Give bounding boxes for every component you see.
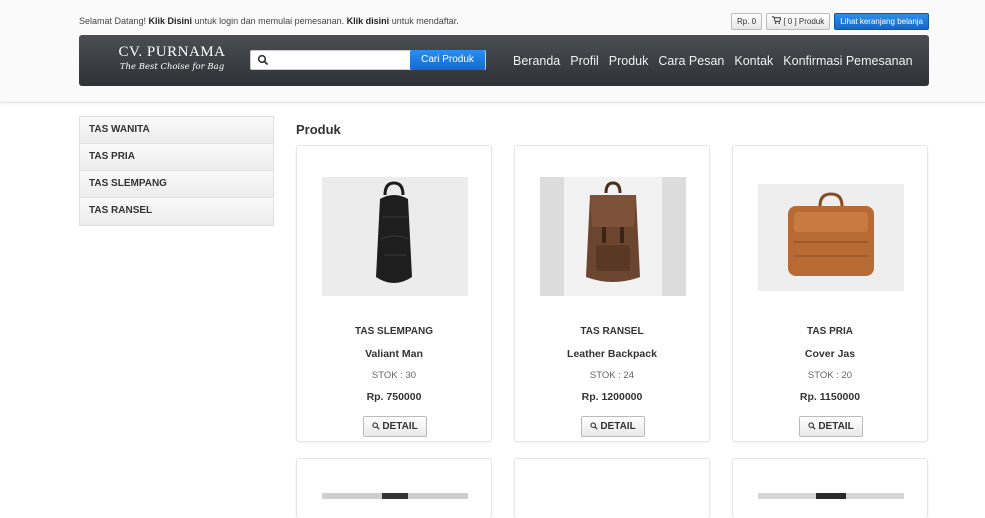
cart-summary: Rp. 0 [ 0 ] Produk Lihat keranjang belan… <box>730 13 929 30</box>
cart-count-button[interactable]: [ 0 ] Produk <box>766 13 831 30</box>
product-price: Rp. 1200000 <box>581 391 643 403</box>
search-button[interactable]: Cari Produk <box>410 50 485 70</box>
product-image[interactable] <box>540 177 686 296</box>
brand-logo[interactable]: CV. PURNAMA The Best Choise for Bag <box>107 44 237 72</box>
product-card-partial <box>296 458 492 518</box>
cart-count-label: [ 0 ] Produk <box>783 17 825 26</box>
welcome-suffix: untuk mendaftar. <box>389 16 459 26</box>
header-divider <box>0 102 985 103</box>
menu-item-kontak[interactable]: Kontak <box>729 54 778 68</box>
product-name: Cover Jas <box>804 348 856 360</box>
menu-item-beranda[interactable]: Beranda <box>508 54 565 68</box>
zoom-icon <box>590 422 598 430</box>
welcome-message: Selamat Datang! Klik Disini untuk login … <box>79 16 459 26</box>
brand-name: CV. PURNAMA <box>118 44 226 60</box>
cart-icon <box>772 16 782 24</box>
backpack-image <box>540 177 686 296</box>
product-image[interactable] <box>322 177 468 296</box>
menu-item-produk[interactable]: Produk <box>604 54 654 68</box>
category-item-tas-slempang[interactable]: TAS SLEMPANG <box>80 171 273 198</box>
detail-button[interactable]: DETAIL <box>581 416 645 437</box>
detail-label: DETAIL <box>382 421 418 432</box>
category-item-tas-wanita[interactable]: TAS WANITA <box>80 117 273 144</box>
zoom-icon <box>372 422 380 430</box>
product-image-partial <box>322 493 468 499</box>
main-menu: Beranda Profil Produk Cara Pesan Kontak … <box>508 35 918 86</box>
main-navbar: CV. PURNAMA The Best Choise for Bag Cari… <box>79 35 929 86</box>
welcome-middle: untuk login dan memulai pemesanan. <box>192 16 347 26</box>
login-link[interactable]: Klik Disini <box>149 16 193 26</box>
product-card: TAS SLEMPANG Valiant Man STOK : 30 Rp. 7… <box>296 145 492 442</box>
category-item-tas-pria[interactable]: TAS PRIA <box>80 144 273 171</box>
category-sidebar: TAS WANITA TAS PRIA TAS SLEMPANG TAS RAN… <box>79 116 274 226</box>
product-card-partial <box>732 458 928 518</box>
product-image[interactable] <box>758 184 904 291</box>
product-stock: STOK : 24 <box>589 370 635 381</box>
product-card-partial <box>514 458 710 518</box>
welcome-prefix: Selamat Datang! <box>79 16 149 26</box>
product-card: TAS PRIA Cover Jas STOK : 20 Rp. 1150000… <box>732 145 928 442</box>
detail-button[interactable]: DETAIL <box>799 416 863 437</box>
detail-label: DETAIL <box>818 421 854 432</box>
menu-item-cara-pesan[interactable]: Cara Pesan <box>653 54 729 68</box>
product-card: TAS RANSEL Leather Backpack STOK : 24 Rp… <box>514 145 710 442</box>
product-stock: STOK : 20 <box>807 370 853 381</box>
product-price: Rp. 750000 <box>366 391 422 403</box>
product-image-partial <box>758 493 904 499</box>
view-cart-button[interactable]: Lihat keranjang belanja <box>834 13 929 30</box>
product-category: TAS SLEMPANG <box>355 326 433 337</box>
product-category: TAS PRIA <box>807 326 853 337</box>
detail-label: DETAIL <box>600 421 636 432</box>
search-icon <box>257 54 269 66</box>
zoom-icon <box>808 422 816 430</box>
menu-item-konfirmasi-pemesanan[interactable]: Konfirmasi Pemesanan <box>778 54 917 68</box>
cart-total-button[interactable]: Rp. 0 <box>730 13 763 30</box>
suit-cover-bag-image <box>758 184 904 291</box>
product-stock: STOK : 30 <box>371 370 417 381</box>
product-name: Valiant Man <box>365 348 423 360</box>
brand-tagline: The Best Choise for Bag <box>119 62 225 72</box>
product-price: Rp. 1150000 <box>799 391 861 403</box>
menu-item-profil[interactable]: Profil <box>565 54 603 68</box>
product-name: Leather Backpack <box>567 348 657 360</box>
register-link[interactable]: Klik disini <box>347 16 390 26</box>
section-title: Produk <box>296 122 341 137</box>
category-item-tas-ransel[interactable]: TAS RANSEL <box>80 198 273 225</box>
top-bar: Selamat Datang! Klik Disini untuk login … <box>79 12 929 34</box>
sling-bag-image <box>322 177 468 296</box>
product-category: TAS RANSEL <box>580 326 644 337</box>
detail-button[interactable]: DETAIL <box>363 416 427 437</box>
